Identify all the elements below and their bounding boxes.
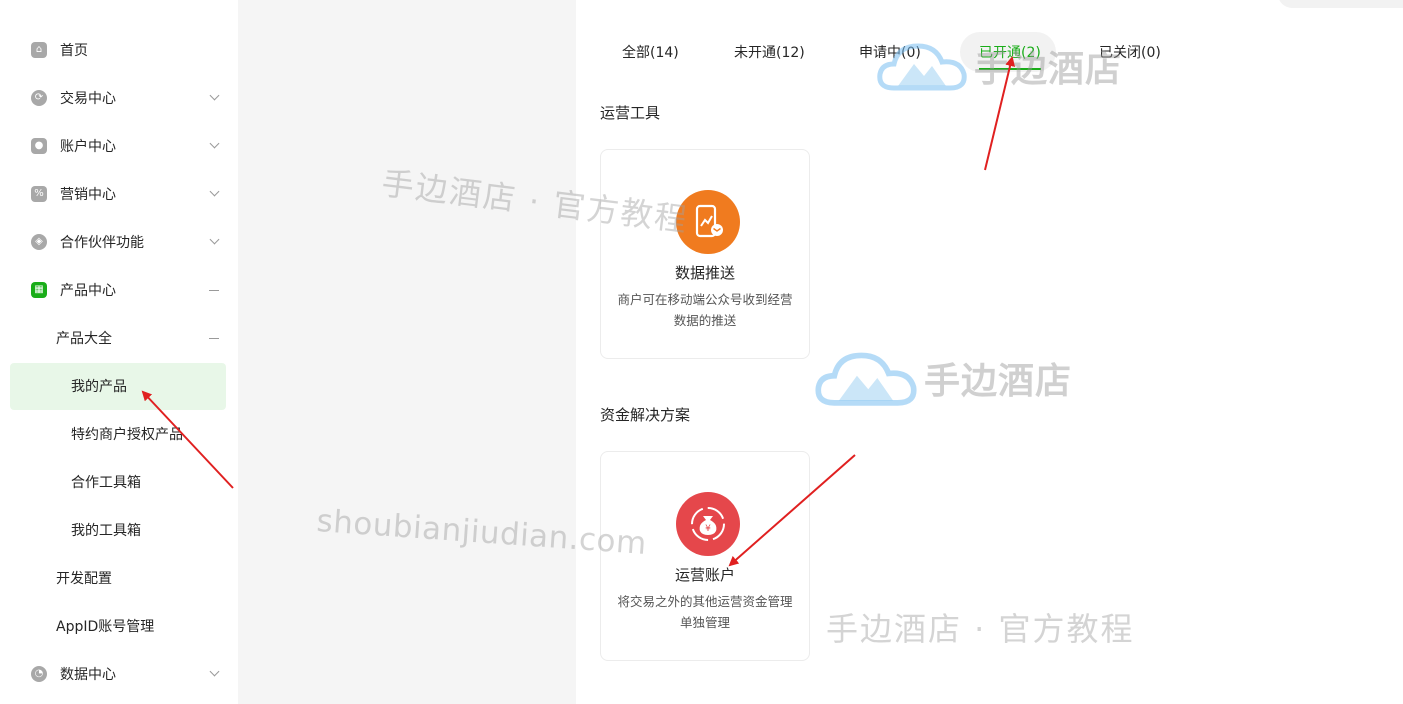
sidebar-item-label: 合作伙伴功能 <box>60 235 144 251</box>
sidebar-item-data-center[interactable]: ◔ 数据中心 <box>0 650 238 698</box>
partner-icon: ◈ <box>31 234 47 250</box>
sidebar-item-label: 开发配置 <box>56 571 112 587</box>
page: ⌂ 首页 ⟳ 交易中心 ● 账户中心 % 营销中心 ◈ 合作伙伴功能 ▦ 产品中… <box>0 0 1403 704</box>
watermark-logo: 手边酒店 <box>814 344 1072 412</box>
home-icon: ⌂ <box>31 42 47 58</box>
product-card-data-push[interactable]: 数据推送 商户可在移动端公众号收到经营数据的推送 <box>600 149 810 359</box>
sidebar-item-label: 我的产品 <box>71 379 127 395</box>
sidebar-item-label: 营销中心 <box>60 187 116 203</box>
sidebar-item-label: 我的工具箱 <box>71 523 141 539</box>
card-description: 将交易之外的其他运营资金管理单独管理 <box>617 594 793 630</box>
chevron-down-icon <box>209 666 220 677</box>
sidebar-item-label: 产品中心 <box>60 283 116 299</box>
gray-content-gap <box>238 0 576 704</box>
sidebar-item-my-products[interactable]: 我的产品 <box>0 362 238 410</box>
sidebar-item-label: 合作工具箱 <box>71 475 141 491</box>
chevron-down-icon <box>209 138 220 149</box>
chevron-down-icon <box>209 234 220 245</box>
chevron-down-icon <box>209 186 220 197</box>
sidebar-item-home[interactable]: ⌂ 首页 <box>0 26 238 74</box>
tab-opened[interactable]: 已开通(2) <box>979 42 1041 70</box>
sidebar-item-label: AppID账号管理 <box>56 619 155 635</box>
chart-phone-icon <box>676 190 740 254</box>
chevron-down-icon <box>209 90 220 101</box>
sidebar: ⌂ 首页 ⟳ 交易中心 ● 账户中心 % 营销中心 ◈ 合作伙伴功能 ▦ 产品中… <box>0 0 238 704</box>
grid-icon: ▦ <box>31 282 47 298</box>
sidebar-item-label: 产品大全 <box>56 331 112 347</box>
product-card-operating-account[interactable]: ¥ 运营账户 将交易之外的其他运营资金管理单独管理 <box>600 451 810 661</box>
sidebar-item-product-center[interactable]: ▦ 产品中心 <box>0 266 238 314</box>
sidebar-item-all-products[interactable]: 产品大全 <box>0 314 238 362</box>
exchange-icon: ⟳ <box>31 90 47 106</box>
card-description: 商户可在移动端公众号收到经营数据的推送 <box>617 292 793 328</box>
cloud-logo-icon <box>815 352 917 406</box>
watermark-text: 手边酒店 · 官方教程 <box>826 610 1135 648</box>
tab-closed[interactable]: 已关闭(0) <box>1099 42 1161 64</box>
sidebar-item-special-merchant-products[interactable]: 特约商户授权产品 <box>0 410 238 458</box>
account-icon: ● <box>31 138 47 154</box>
percent-icon: % <box>31 186 47 202</box>
money-bag-icon: ¥ <box>676 492 740 556</box>
sidebar-item-label: 特约商户授权产品 <box>71 427 183 443</box>
section-title-funds: 资金解决方案 <box>600 406 691 424</box>
pie-chart-icon: ◔ <box>31 666 47 682</box>
card-title: 运营账户 <box>674 566 735 584</box>
sidebar-item-marketing-center[interactable]: % 营销中心 <box>0 170 238 218</box>
section-title-operations: 运营工具 <box>600 104 661 122</box>
sidebar-item-partner-toolbox[interactable]: 合作工具箱 <box>0 458 238 506</box>
sidebar-item-label: 数据中心 <box>60 667 116 683</box>
sidebar-item-label: 账户中心 <box>60 139 116 155</box>
svg-text:¥: ¥ <box>705 524 711 534</box>
sidebar-item-label: 交易中心 <box>60 91 116 107</box>
tab-not-opened[interactable]: 未开通(12) <box>734 42 805 64</box>
watermark-brand: 手边酒店 <box>924 361 1073 402</box>
sidebar-item-trade-center[interactable]: ⟳ 交易中心 <box>0 74 238 122</box>
sidebar-item-account-center[interactable]: ● 账户中心 <box>0 122 238 170</box>
arrow-to-opened-tab <box>984 56 1015 171</box>
card-title: 数据推送 <box>674 264 735 282</box>
tab-all[interactable]: 全部(14) <box>622 42 679 64</box>
sidebar-item-appid-management[interactable]: AppID账号管理 <box>0 602 238 650</box>
collapse-icon <box>209 338 219 340</box>
sidebar-item-my-toolbox[interactable]: 我的工具箱 <box>0 506 238 554</box>
sidebar-item-label: 首页 <box>60 43 88 59</box>
tab-applying[interactable]: 申请中(0) <box>859 42 921 64</box>
sidebar-item-dev-config[interactable]: 开发配置 <box>0 554 238 602</box>
top-right-search-edge[interactable] <box>1278 0 1403 8</box>
collapse-icon <box>209 290 219 292</box>
sidebar-item-partner-functions[interactable]: ◈ 合作伙伴功能 <box>0 218 238 266</box>
